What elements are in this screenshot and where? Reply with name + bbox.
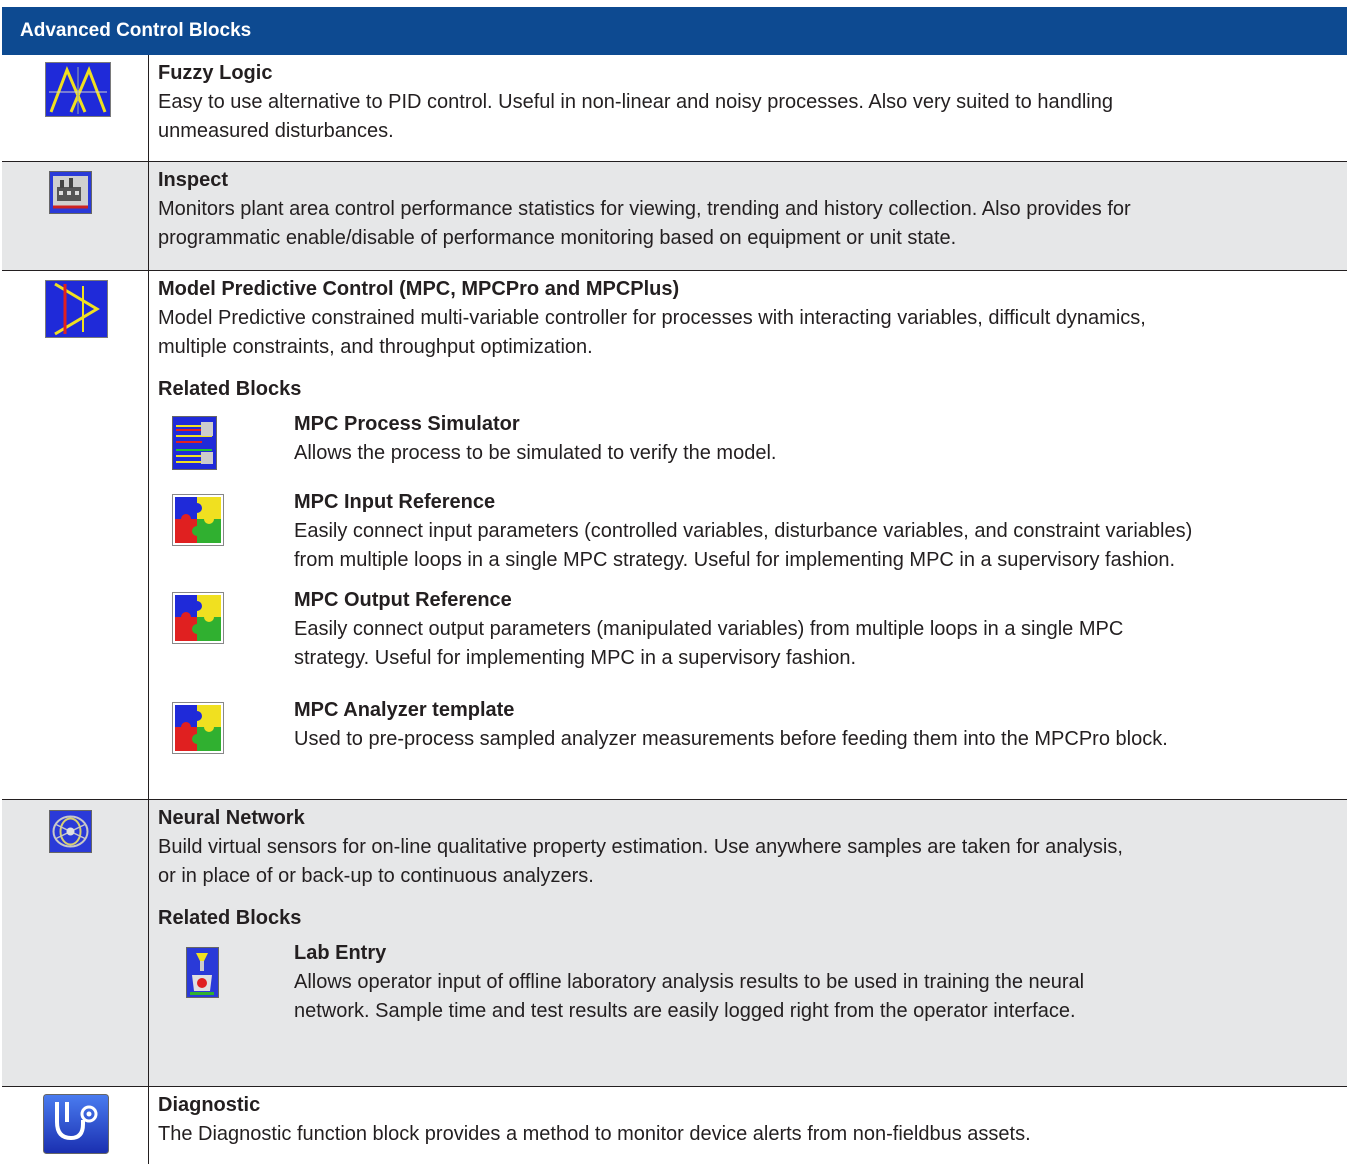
block-title: Diagnostic [158,1094,261,1116]
block-row-diagnostic: Diagnostic The Diagnostic function block… [2,1087,1347,1164]
block-description-line: unmeasured disturbances. [158,120,394,142]
related-block-description-line: Allows the process to be simulated to ve… [294,442,777,464]
mpc-simulator-icon [172,416,217,470]
mpc-icon [45,280,108,338]
stethoscope-icon [43,1094,109,1154]
related-block-description-line: Easily connect output parameters (manipu… [294,618,1124,640]
block-description-line: programmatic enable/disable of performan… [158,227,957,249]
block-title: Model Predictive Control (MPC, MPCPro an… [158,278,680,300]
related-block-title: Lab Entry [294,942,387,964]
puzzle-icon [172,494,224,546]
block-description-line: or in place of or back-up to continuous … [158,865,594,887]
block-title: Inspect [158,169,229,191]
related-block-description-line: from multiple loops in a single MPC stra… [294,549,1176,571]
related-blocks-heading: Related Blocks [158,378,302,400]
puzzle-icon [172,592,224,644]
block-description-line: Model Predictive constrained multi-varia… [158,307,1146,329]
block-title: Fuzzy Logic [158,62,273,84]
related-block-description-line: Easily connect input parameters (control… [294,520,1193,542]
related-block-mpc-output-reference: MPC Output Reference Easily connect outp… [158,586,1347,696]
related-block-mpc-input-reference: MPC Input Reference Easily connect input… [158,488,1347,586]
block-description-line: multiple constraints, and throughput opt… [158,336,593,358]
related-block-mpc-process-simulator: MPC Process Simulator Allows the process… [158,410,1347,488]
block-row-neural-network: Neural Network Build virtual sensors for… [2,800,1347,1087]
related-block-description-line: network. Sample time and test results ar… [294,1000,1076,1022]
related-block-description-line: strategy. Useful for implementing MPC in… [294,647,857,669]
related-block-mpc-analyzer-template: MPC Analyzer template Used to pre-proces… [158,696,1347,766]
related-block-description-line: Allows operator input of offline laborat… [294,971,1085,993]
related-block-title: MPC Process Simulator [294,413,520,435]
advanced-control-blocks-table: Advanced Control Blocks Fuzzy Logic Easy… [2,7,1347,1164]
block-row-fuzzy-logic: Fuzzy Logic Easy to use alternative to P… [2,55,1347,162]
inspect-icon [49,171,92,214]
block-description-line: The Diagnostic function block provides a… [158,1123,1031,1145]
related-blocks-heading: Related Blocks [158,907,302,929]
fuzzy-logic-icon [45,62,111,117]
puzzle-icon [172,702,224,754]
related-block-description-line: Used to pre-process sampled analyzer mea… [294,728,1168,750]
block-row-mpc: Model Predictive Control (MPC, MPCPro an… [2,271,1347,800]
block-title: Neural Network [158,807,305,829]
related-block-title: MPC Input Reference [294,491,496,513]
block-description-line: Easy to use alternative to PID control. … [158,91,1113,113]
block-description-line: Build virtual sensors for on-line qualit… [158,836,1123,858]
block-description-line: Monitors plant area control performance … [158,198,1131,220]
related-block-title: MPC Output Reference [294,589,512,611]
neural-network-icon [49,810,92,853]
related-block-lab-entry: Lab Entry Allows operator input of offli… [158,939,1347,1039]
related-block-title: MPC Analyzer template [294,699,515,721]
lab-entry-icon [186,947,219,998]
table-header: Advanced Control Blocks [2,7,1347,55]
block-row-inspect: Inspect Monitors plant area control perf… [2,162,1347,271]
